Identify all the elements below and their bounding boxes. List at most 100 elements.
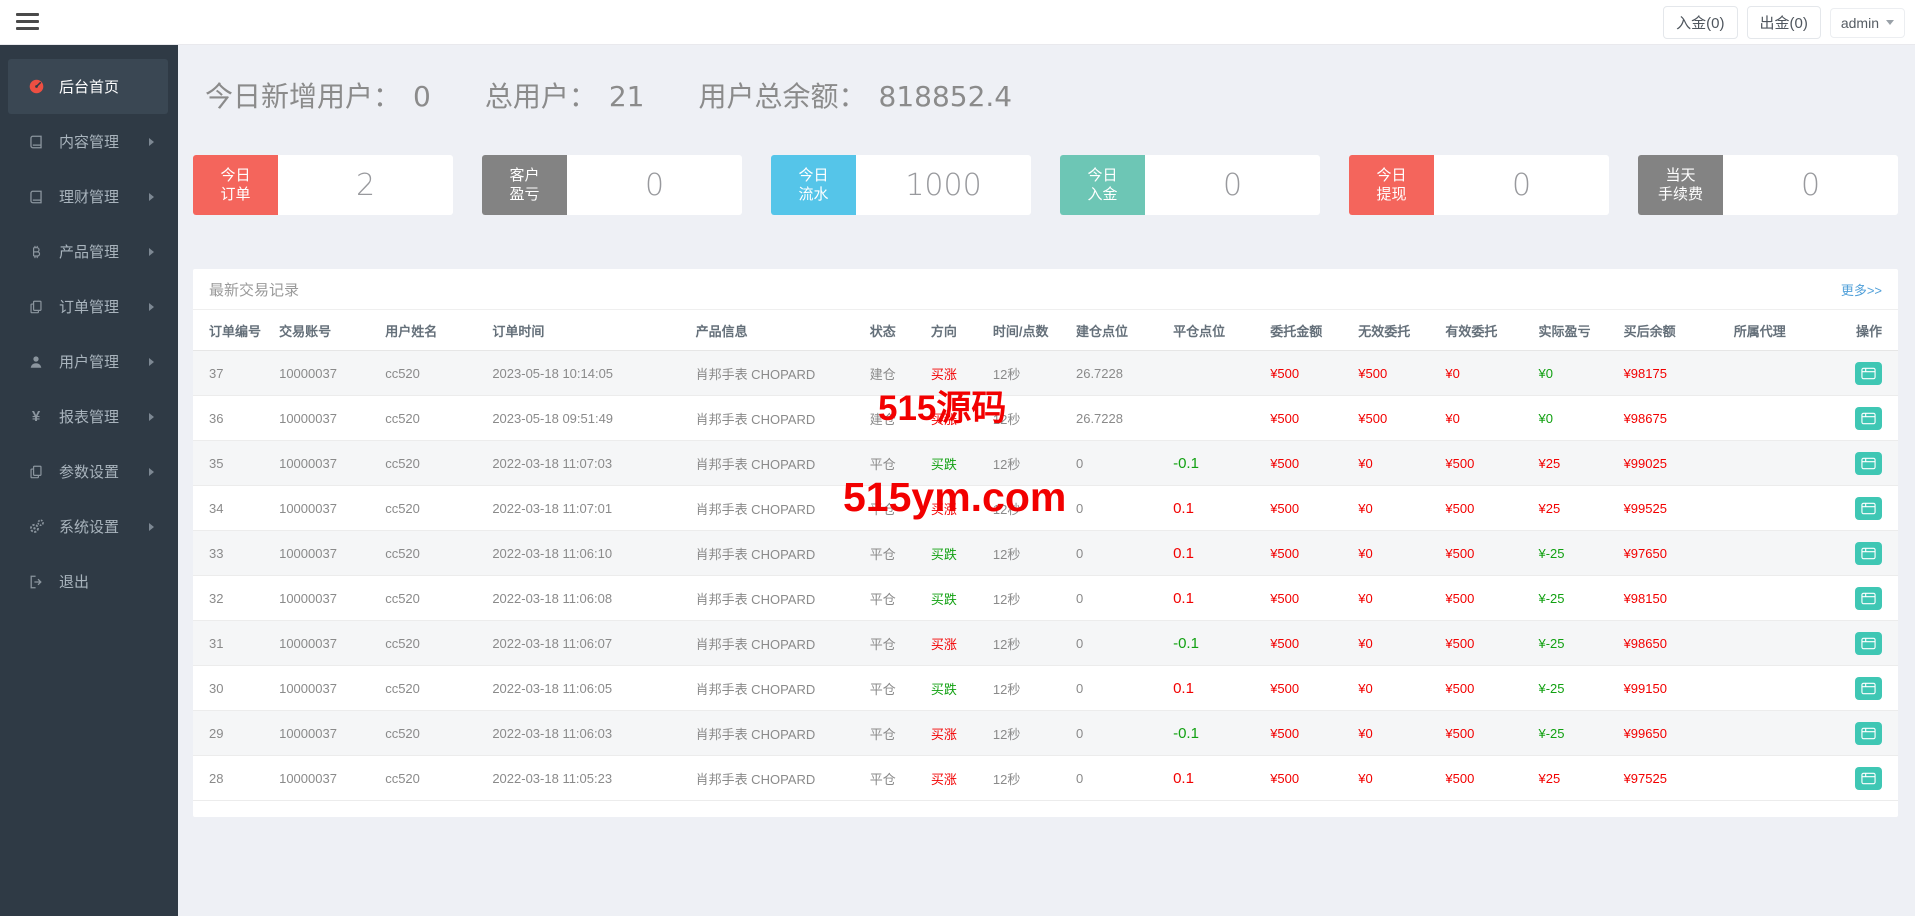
cell-status: 平仓 [869, 771, 896, 787]
cell-product: 肖邦手表 CHOPARD [695, 456, 816, 472]
cell-valid: ¥500 [1445, 500, 1475, 516]
cell-action [1845, 576, 1898, 621]
cell-duration: 12秒 [992, 681, 1021, 697]
cell-valid: ¥500 [1445, 455, 1475, 471]
stat-card-label: 今日 流水 [771, 155, 856, 215]
cell-open: 0 [1075, 635, 1084, 651]
cell-close: -0.1 [1173, 634, 1199, 652]
cell-product: 肖邦手表 CHOPARD [695, 366, 816, 382]
column-header: 委托金额 [1266, 310, 1355, 351]
cell-direction: 买涨 [930, 501, 957, 517]
order-detail-button[interactable] [1855, 541, 1882, 565]
cell-balance: ¥99525 [1623, 500, 1667, 516]
cell-duration: 12秒 [992, 726, 1021, 742]
cell-action [1845, 396, 1898, 441]
order-detail-button[interactable] [1855, 721, 1882, 745]
hamburger-icon[interactable] [16, 13, 39, 30]
sidebar-item-label: 订单管理 [59, 299, 120, 316]
order-detail-button[interactable] [1855, 676, 1882, 700]
column-header: 买后余额 [1619, 310, 1730, 351]
cell-balance: ¥99025 [1623, 455, 1667, 471]
cell-name: cc520 [385, 590, 420, 606]
cell-agent [1730, 576, 1845, 621]
cell-amount: ¥500 [1270, 500, 1300, 516]
trades-header-row: 订单编号 交易账号 用户姓名 订单时间 产品信息 状态 方向 时间/点数 建仓点位 平仓点位 委托金… [193, 310, 1898, 351]
topbar-actions: 入金(0) 出金(0) admin [1663, 6, 1905, 39]
cell-account: 10000037 [279, 635, 337, 651]
order-detail-button[interactable] [1855, 496, 1882, 520]
stat-card-value: 0 [1511, 167, 1532, 203]
sidebar-item-label: 产品管理 [59, 244, 120, 261]
cell-balance: ¥98675 [1623, 410, 1667, 426]
sidebar-item-user[interactable]: 用户管理 [8, 334, 168, 389]
cell-amount: ¥500 [1270, 725, 1300, 741]
cell-duration: 12秒 [992, 636, 1021, 652]
stat-total-users-label: 总用户： [484, 81, 597, 112]
table-row: 36 10000037 cc520 2023-05-18 09:51:49 肖邦手表 C… [193, 396, 1898, 441]
cell-id: 30 [209, 680, 224, 696]
cell-open: 26.7228 [1075, 410, 1123, 426]
sidebar-item-label: 后台首页 [59, 79, 120, 96]
table-row: 37 10000037 cc520 2023-05-18 10:14:05 肖邦手表 C… [193, 350, 1898, 396]
cell-product: 肖邦手表 CHOPARD [695, 681, 816, 697]
cell-open: 0 [1075, 500, 1084, 516]
cell-agent [1730, 756, 1845, 801]
more-link[interactable]: 更多>> [1841, 280, 1882, 299]
sidebar-item-params[interactable]: 参数设置 [8, 444, 168, 499]
cell-status: 平仓 [869, 501, 896, 517]
stat-total-users: 总用户： 21 [485, 75, 645, 115]
sidebar-item-content[interactable]: 内容管理 [8, 114, 168, 169]
cell-product: 肖邦手表 CHOPARD [695, 411, 816, 427]
cell-invalid: ¥0 [1358, 770, 1373, 786]
cell-close: 0.1 [1173, 544, 1194, 562]
cell-time: 2023-05-18 09:51:49 [492, 410, 614, 426]
trades-panel-title: 最新交易记录 [209, 282, 300, 299]
cell-close: 0.1 [1173, 679, 1194, 697]
cell-agent [1730, 351, 1845, 396]
table-row: 35 10000037 cc520 2022-03-18 11:07:03 肖邦手表 C… [193, 440, 1898, 486]
sidebar-item-home[interactable]: 后台首页 [8, 59, 168, 114]
deposit-button[interactable]: 入金(0) [1663, 6, 1738, 39]
column-header: 产品信息 [691, 310, 866, 351]
cell-close: -0.1 [1173, 724, 1199, 742]
table-row: 29 10000037 cc520 2022-03-18 11:06:03 肖邦手表 C… [193, 710, 1898, 756]
column-header: 操作 [1844, 310, 1898, 351]
cell-close: 0.1 [1173, 769, 1194, 787]
stat-new-users-value: 0 [413, 80, 431, 113]
sidebar-item-system[interactable]: 系统设置 [8, 499, 168, 554]
cell-product: 肖邦手表 CHOPARD [695, 771, 816, 787]
cell-valid: ¥500 [1445, 635, 1475, 651]
sidebar-item-order[interactable]: 订单管理 [8, 279, 168, 334]
cell-id: 37 [209, 365, 224, 381]
withdraw-button[interactable]: 出金(0) [1746, 6, 1821, 39]
cell-time: 2022-03-18 11:06:07 [492, 635, 613, 651]
cell-valid: ¥500 [1445, 680, 1475, 696]
user-menu[interactable]: admin [1829, 7, 1905, 38]
order-detail-button[interactable] [1855, 451, 1882, 475]
cell-balance: ¥99650 [1623, 725, 1667, 741]
order-detail-button[interactable] [1855, 361, 1882, 385]
book-icon [26, 134, 46, 150]
sidebar-item-finance[interactable]: 理财管理 [8, 169, 168, 224]
stat-card-value: 0 [644, 167, 665, 203]
sidebar-item-label: 报表管理 [59, 409, 120, 426]
yen-icon: ¥ [31, 408, 41, 425]
chevron-right-icon [149, 302, 154, 311]
cell-valid: ¥0 [1445, 410, 1460, 426]
cell-amount: ¥500 [1270, 365, 1300, 381]
order-detail-button[interactable] [1855, 406, 1882, 430]
column-header: 订单编号 [193, 310, 276, 351]
order-detail-button[interactable] [1855, 631, 1882, 655]
order-detail-button[interactable] [1855, 586, 1882, 610]
cell-status: 平仓 [869, 591, 896, 607]
cell-duration: 12秒 [992, 771, 1021, 787]
sidebar-item-report[interactable]: ¥ 报表管理 [8, 389, 168, 444]
cell-id: 33 [209, 545, 224, 561]
cell-time: 2023-05-18 10:14:05 [492, 365, 614, 381]
sidebar-item-logout[interactable]: 退出 [8, 554, 168, 609]
sidebar-item-product[interactable]: 产品管理 [8, 224, 168, 279]
stat-total-balance-label: 用户总余额： [698, 81, 867, 112]
order-detail-button[interactable] [1855, 766, 1882, 790]
trades-panel-header: 最新交易记录 更多>> [193, 269, 1898, 310]
cell-agent [1730, 486, 1845, 531]
